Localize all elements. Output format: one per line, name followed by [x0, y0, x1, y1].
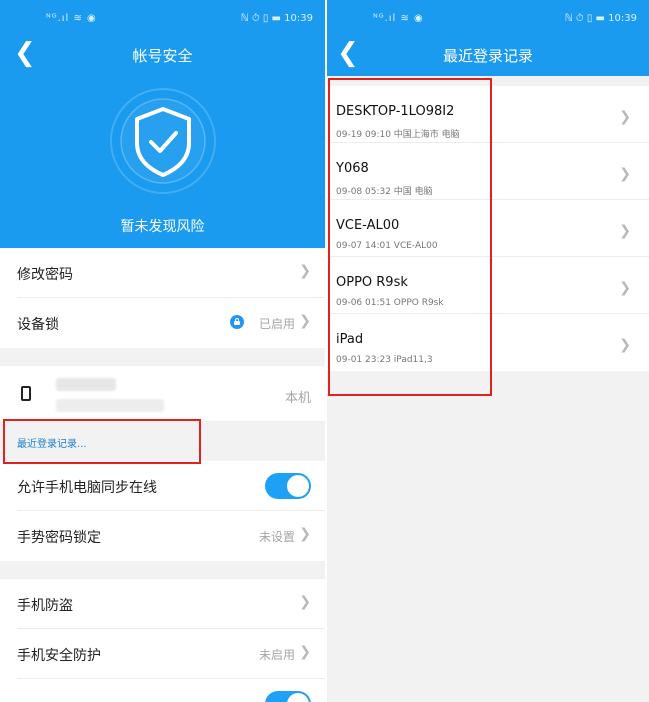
- change-password-label: 修改密码: [17, 267, 73, 283]
- sync-online-row: 允许手机电脑同步在线: [0, 461, 325, 511]
- partial-toggle[interactable]: [265, 691, 311, 702]
- shield-check-icon: [109, 87, 217, 195]
- this-device-label: 本机: [284, 391, 311, 406]
- status-bar: ᴺᴳ.ıl ≋ ◉ ℕ ⏱ ▯ ▬ 10:39: [0, 0, 325, 36]
- phone-icon: [21, 386, 31, 401]
- status-bar: ᴺᴳ.ıl ≋ ◉ ℕ ⏱ ▯ ▬ 10:39: [327, 0, 649, 36]
- login-record[interactable]: DESKTOP-1LO98I2 09-19 09:10 中国上海市 电脑 ❯: [327, 86, 649, 143]
- section-gap: [0, 348, 325, 366]
- title-bar: ❮ 最近登录记录: [327, 36, 649, 76]
- login-meta: 09-19 09:10 中国上海市 电脑: [336, 130, 460, 140]
- gesture-lock-label: 手势密码锁定: [17, 530, 101, 546]
- security-header: ᴺᴳ.ıl ≋ ◉ ℕ ⏱ ▯ ▬ 10:39 ❮ 帐号安全 暂未发现风险: [0, 0, 325, 248]
- anti-theft-row[interactable]: 手机防盗 ❯: [0, 579, 325, 629]
- device-lock-row[interactable]: 设备锁 已启用 ❯: [0, 298, 325, 348]
- chevron-right-icon: ❯: [619, 337, 631, 353]
- login-record[interactable]: Y068 09-08 05:32 中国 电脑 ❯: [327, 143, 649, 200]
- page-title: 帐号安全: [132, 47, 193, 65]
- sync-online-toggle[interactable]: [265, 473, 311, 499]
- chevron-right-icon: ❯: [299, 313, 311, 329]
- chevron-right-icon: ❯: [619, 166, 631, 182]
- device-name: iPad: [336, 332, 364, 347]
- login-meta: 09-06 01:51 OPPO R9sk: [336, 298, 444, 308]
- title-bar: ❮ 帐号安全: [0, 36, 325, 76]
- chevron-right-icon: ❯: [299, 644, 311, 660]
- status-time: ℕ ⏱ ▯ ▬ 10:39: [564, 13, 637, 24]
- gesture-lock-status: 未设置: [258, 530, 295, 544]
- signal-indicators: ᴺᴳ.ıl ≋ ◉: [46, 13, 97, 24]
- list-top-gap: [327, 76, 649, 86]
- current-device-row: 本机: [0, 366, 325, 421]
- chevron-right-icon: ❯: [619, 223, 631, 239]
- risk-status-text: 暂未发现风险: [120, 219, 205, 235]
- chevron-right-icon: ❯: [299, 526, 311, 542]
- device-name: DESKTOP-1LO98I2: [336, 104, 455, 119]
- chevron-right-icon: ❯: [299, 594, 311, 610]
- lock-icon: [230, 315, 244, 329]
- page-title: 最近登录记录: [442, 47, 533, 65]
- chevron-right-icon: ❯: [619, 280, 631, 296]
- phone-security-label: 手机安全防护: [17, 648, 101, 664]
- login-meta: 09-01 23:23 iPad11,3: [336, 355, 433, 365]
- signal-indicators: ᴺᴳ.ıl ≋ ◉: [373, 13, 424, 24]
- phone-security-status: 未启用: [258, 648, 295, 662]
- login-record[interactable]: OPPO R9sk 09-06 01:51 OPPO R9sk ❯: [327, 257, 649, 314]
- anti-theft-label: 手机防盗: [17, 598, 73, 614]
- login-meta: 09-07 14:01 VCE-AL00: [336, 241, 438, 251]
- account-security-screen: ᴺᴳ.ıl ≋ ◉ ℕ ⏱ ▯ ▬ 10:39 ❮ 帐号安全 暂未发现风险 修改…: [0, 0, 325, 702]
- login-record[interactable]: VCE-AL00 09-07 14:01 VCE-AL00 ❯: [327, 200, 649, 257]
- device-lock-status: 已启用: [258, 317, 295, 331]
- device-name: Y068: [336, 161, 369, 176]
- blurred-device-info: [56, 399, 164, 412]
- recent-login-screen: ᴺᴳ.ıl ≋ ◉ ℕ ⏱ ▯ ▬ 10:39 ❮ 最近登录记录 DESKTOP…: [327, 0, 649, 702]
- chevron-right-icon: ❯: [299, 263, 311, 279]
- recent-login-link-row: 最近登录记录...: [0, 421, 325, 461]
- login-record[interactable]: iPad 09-01 23:23 iPad11,3 ❯: [327, 314, 649, 371]
- status-time: ℕ ⏱ ▯ ▬ 10:39: [240, 13, 313, 24]
- sync-online-label: 允许手机电脑同步在线: [17, 480, 157, 496]
- phone-security-row[interactable]: 手机安全防护 未启用 ❯: [0, 629, 325, 679]
- chevron-right-icon: ❯: [619, 109, 631, 125]
- partial-row: [0, 679, 325, 702]
- blurred-device-name: [56, 378, 116, 391]
- recent-login-link[interactable]: 最近登录记录...: [17, 435, 87, 450]
- device-name: OPPO R9sk: [336, 275, 408, 290]
- device-lock-label: 设备锁: [17, 317, 59, 333]
- recent-header: ᴺᴳ.ıl ≋ ◉ ℕ ⏱ ▯ ▬ 10:39 ❮ 最近登录记录: [327, 0, 649, 76]
- gesture-lock-row[interactable]: 手势密码锁定 未设置 ❯: [0, 511, 325, 561]
- device-name: VCE-AL00: [336, 218, 400, 233]
- change-password-row[interactable]: 修改密码 ❯: [0, 248, 325, 298]
- login-meta: 09-08 05:32 中国 电脑: [336, 187, 433, 197]
- section-gap: [0, 561, 325, 579]
